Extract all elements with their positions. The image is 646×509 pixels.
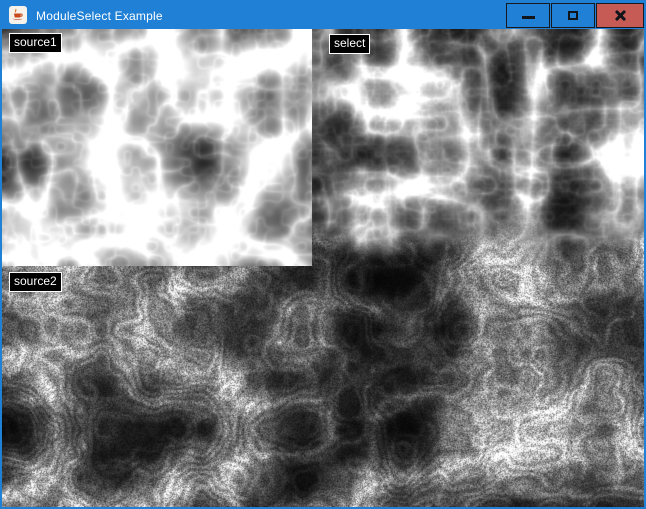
close-button[interactable] <box>596 3 644 28</box>
select-label: select <box>329 34 370 54</box>
close-icon <box>614 9 627 22</box>
java-app-icon <box>9 6 27 24</box>
maximize-icon <box>568 11 578 20</box>
source1-image <box>2 29 312 266</box>
maximize-button[interactable] <box>551 3 595 28</box>
app-window: ModuleSelect Example source1 select sour… <box>0 0 646 509</box>
window-controls <box>506 3 644 28</box>
minimize-icon <box>522 16 535 19</box>
source1-label: source1 <box>9 33 62 53</box>
client-area: source1 select source2 <box>2 29 644 507</box>
titlebar[interactable]: ModuleSelect Example <box>2 2 644 29</box>
java-coffee-cup-icon <box>11 8 25 22</box>
source2-image <box>2 266 644 507</box>
source2-label: source2 <box>9 272 62 292</box>
minimize-button[interactable] <box>506 3 550 28</box>
window-title: ModuleSelect Example <box>36 9 163 23</box>
